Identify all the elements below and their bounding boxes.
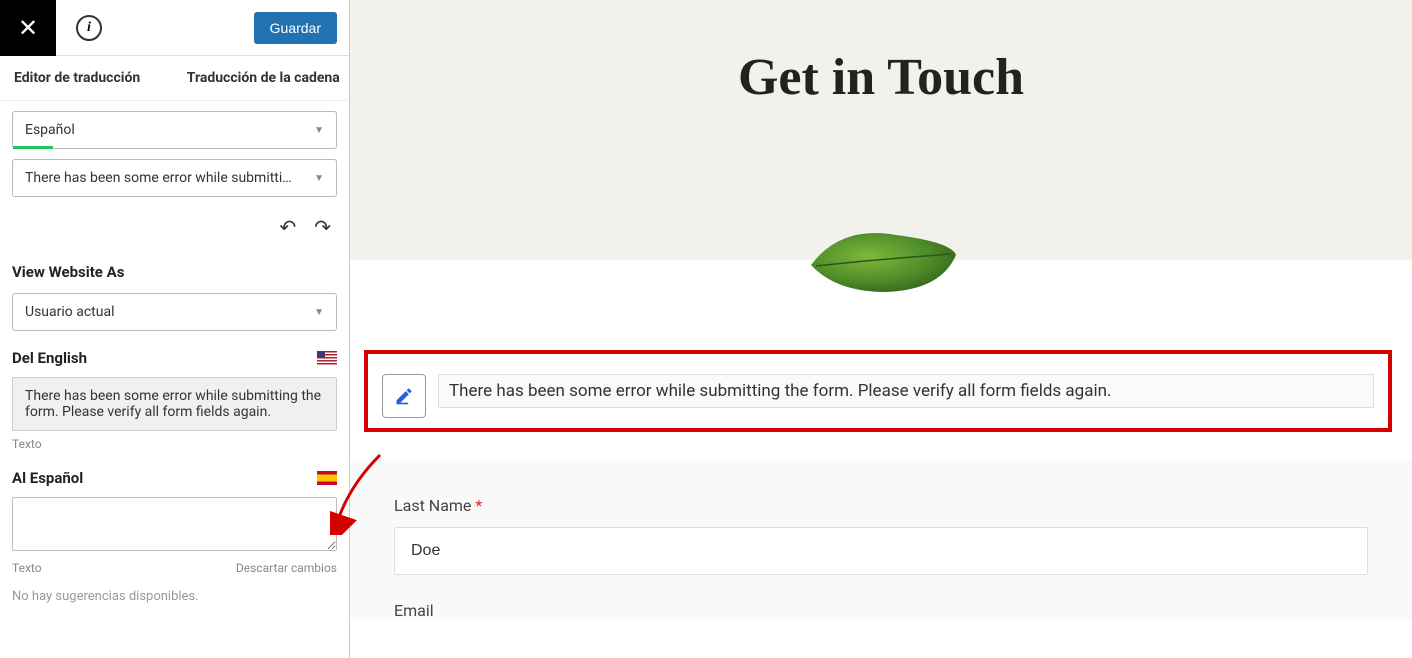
hero-section: Get in Touch [350, 0, 1412, 260]
highlighted-string-area: There has been some error while submitti… [364, 350, 1392, 432]
target-text-input[interactable] [12, 497, 337, 551]
hero-title: Get in Touch [738, 48, 1024, 107]
undo-button[interactable]: ↶ [279, 215, 296, 239]
target-label: Al Español [12, 469, 83, 487]
string-select-value: There has been some error while submitti… [25, 170, 295, 186]
tab-editor[interactable]: Editor de traducción [0, 56, 178, 100]
sidebar-header: ✕ i Guardar [0, 0, 349, 56]
progress-indicator [13, 146, 53, 149]
translation-sidebar: ✕ i Guardar Editor de traducción Traducc… [0, 0, 350, 658]
discard-changes-link[interactable]: Descartar cambios [236, 561, 337, 575]
info-icon[interactable]: i [76, 15, 102, 41]
source-type-label: Texto [12, 437, 337, 451]
save-button[interactable]: Guardar [254, 12, 337, 44]
page-preview: Get in Touch There has been some error w… [350, 0, 1412, 658]
leaf-image [801, 220, 961, 300]
undo-redo-row: ↶ ↷ [12, 207, 337, 245]
last-name-input[interactable] [394, 527, 1368, 575]
language-select-value: Español [25, 122, 75, 138]
close-button[interactable]: ✕ [0, 0, 56, 56]
error-message-preview[interactable]: There has been some error while submitti… [438, 374, 1374, 408]
info-area: i [56, 15, 254, 41]
redo-button[interactable]: ↷ [314, 215, 331, 239]
target-label-row: Al Español [12, 469, 337, 487]
last-name-label: Last Name * [394, 496, 1368, 515]
last-name-label-text: Last Name [394, 496, 471, 515]
chevron-down-icon: ▼ [314, 307, 324, 318]
suggestions-text: No hay sugerencias disponibles. [12, 589, 337, 604]
target-footer-row: Texto Descartar cambios [12, 561, 337, 575]
source-label: Del English [12, 349, 87, 367]
contact-form: Last Name * Email [350, 460, 1412, 620]
edit-string-button[interactable] [382, 374, 426, 418]
tab-row: Editor de traducción Traducción de la ca… [0, 56, 349, 101]
source-text-box: There has been some error while submitti… [12, 377, 337, 431]
sidebar-body: Español ▼ There has been some error whil… [0, 101, 349, 658]
source-label-row: Del English [12, 349, 337, 367]
chevron-down-icon: ▼ [314, 125, 324, 136]
flag-es-icon [317, 471, 337, 485]
view-as-select[interactable]: Usuario actual ▼ [12, 293, 337, 331]
string-select[interactable]: There has been some error while submitti… [12, 159, 337, 197]
pencil-icon [394, 386, 414, 406]
view-as-value: Usuario actual [25, 304, 115, 320]
view-as-label: View Website As [12, 263, 337, 281]
email-label: Email [394, 601, 1368, 620]
flag-us-icon [317, 351, 337, 365]
chevron-down-icon: ▼ [314, 173, 324, 184]
language-select[interactable]: Español ▼ [12, 111, 337, 149]
tab-string-translation[interactable]: Traducción de la cadena [178, 56, 350, 100]
target-type-label: Texto [12, 561, 42, 575]
required-asterisk: * [475, 496, 482, 515]
